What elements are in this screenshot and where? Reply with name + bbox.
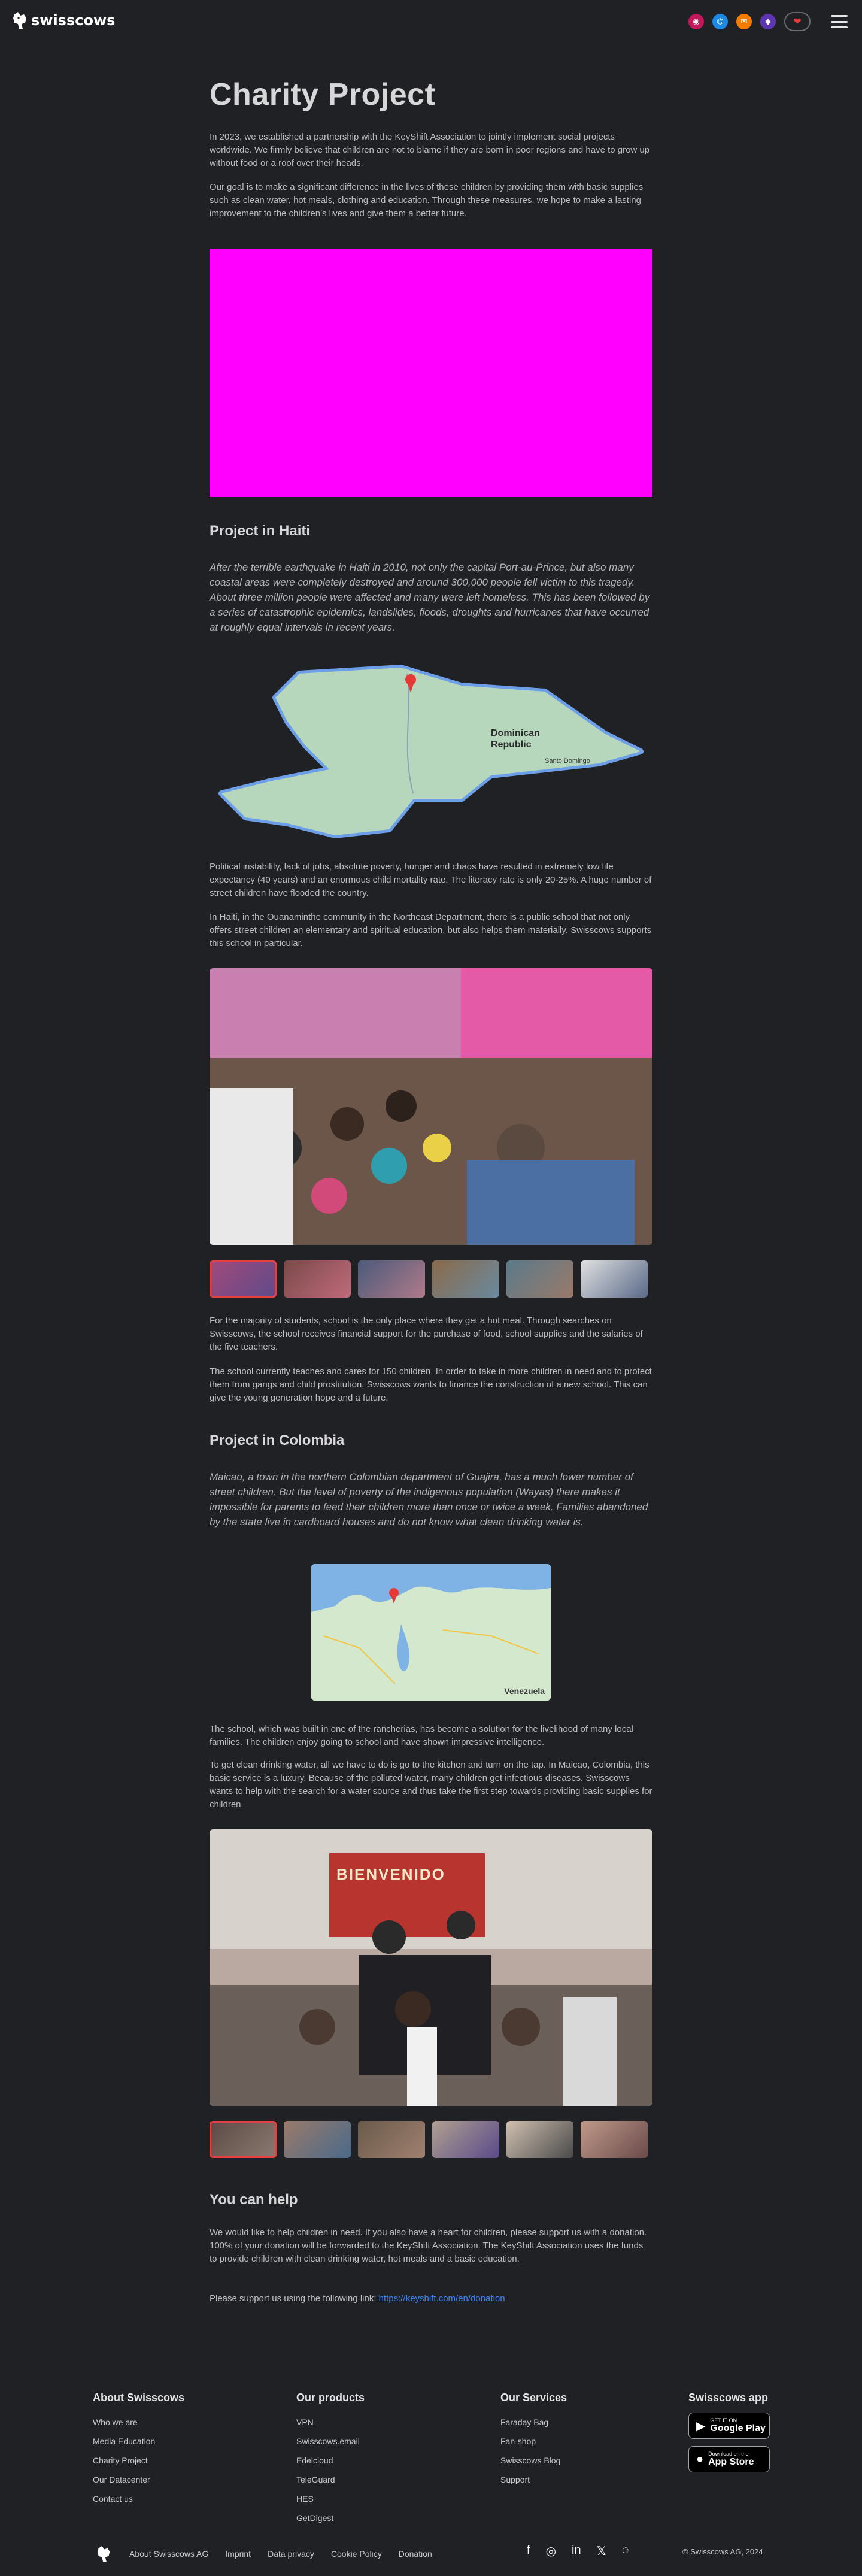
google-play-button[interactable]: ▶ GET IT ON Google Play <box>688 2413 770 2439</box>
bottom-link-about[interactable]: About Swisscows AG <box>129 2549 208 2559</box>
colombia-photo-banner: BIENVENIDO <box>336 1865 445 1883</box>
copyright: © Swisscows AG, 2024 <box>682 2547 763 2556</box>
haiti-thumbnails <box>210 1260 652 1298</box>
haiti-paragraph-4: The school currently teaches and cares f… <box>210 1366 652 1403</box>
haiti-paragraph-2: In Haiti, in the Ouanaminthe community i… <box>210 912 652 948</box>
mail-icon[interactable]: ✉ <box>736 14 752 29</box>
cow-logo-small-icon <box>97 2545 110 2562</box>
footer-link-email[interactable]: Swisscows.email <box>296 2432 365 2451</box>
haiti-thumbnail-6[interactable] <box>581 1260 648 1298</box>
haiti-lead: After the terrible earthquake in Haiti i… <box>210 562 650 633</box>
colombia-lead: Maicao, a town in the northern Colombian… <box>210 1471 648 1528</box>
footer-link-getdigest[interactable]: GetDigest <box>296 2508 365 2527</box>
bottom-link-donation[interactable]: Donation <box>399 2549 432 2559</box>
help-link-line: Please support us using the following li… <box>210 2292 652 2305</box>
instagram-icon[interactable]: ◎ <box>546 2544 556 2559</box>
footer-services: Our Services Faraday Bag Fan-shop Swissc… <box>500 2392 567 2489</box>
donate-heart-button[interactable]: ❤ <box>784 12 811 31</box>
footer-services-title: Our Services <box>500 2392 567 2404</box>
haiti-heading: Project in Haiti <box>210 523 311 539</box>
haiti-map: Dominican Republic Santo Domingo <box>210 650 652 841</box>
footer-link-contact[interactable]: Contact us <box>93 2489 184 2508</box>
facebook-icon[interactable]: f <box>527 2544 530 2559</box>
intro-paragraph-2: Our goal is to make a significant differ… <box>210 182 644 219</box>
footer-app: Swisscows app ▶ GET IT ON Google Play ● … <box>688 2392 770 2480</box>
footer-bottom: About Swisscows AG Imprint Data privacy … <box>0 2539 862 2563</box>
donation-link[interactable]: https://keyshift.com/en/donation <box>379 2293 505 2304</box>
bottom-link-imprint[interactable]: Imprint <box>225 2549 251 2559</box>
footer-about: About Swisscows Who we are Media Educati… <box>93 2392 184 2508</box>
logo-text: swisscows <box>31 12 116 29</box>
google-play-small: GET IT ON <box>710 2417 737 2423</box>
app-store-button[interactable]: ● Download on the App Store <box>688 2446 770 2472</box>
google-play-icon: ▶ <box>696 2419 706 2433</box>
footer-link-hes[interactable]: HES <box>296 2489 365 2508</box>
colombia-thumbnail-2[interactable] <box>284 2121 351 2158</box>
haiti-photo[interactable] <box>210 968 652 1245</box>
footer-link-edelcloud[interactable]: Edelcloud <box>296 2451 365 2470</box>
footer-link-fan-shop[interactable]: Fan-shop <box>500 2432 567 2451</box>
apple-icon: ● <box>696 2452 704 2466</box>
footer-link-blog[interactable]: Swisscows Blog <box>500 2451 567 2470</box>
colombia-thumbnail-1[interactable] <box>210 2121 277 2158</box>
footer-link-datacenter[interactable]: Our Datacenter <box>93 2470 184 2489</box>
header-actions: ◉ ⌬ ✉ ◆ ❤ <box>688 12 848 31</box>
colombia-thumbnail-3[interactable] <box>358 2121 425 2158</box>
bottom-link-cookies[interactable]: Cookie Policy <box>331 2549 382 2559</box>
haiti-map-label: Dominican Republic <box>491 728 540 750</box>
haiti-thumbnail-2[interactable] <box>284 1260 351 1298</box>
haiti-paragraph-1: Political instability, lack of jobs, abs… <box>210 862 652 898</box>
haiti-thumbnail-1[interactable] <box>210 1260 277 1298</box>
colombia-map-label: Venezuela <box>504 1686 545 1696</box>
footer-link-media-education[interactable]: Media Education <box>93 2432 184 2451</box>
footer-app-title: Swisscows app <box>688 2392 769 2404</box>
help-link-prefix: Please support us using the following li… <box>210 2293 379 2304</box>
footer-about-title: About Swisscows <box>93 2392 185 2404</box>
footer-link-vpn[interactable]: VPN <box>296 2413 365 2432</box>
intro-paragraph-1: In 2023, we established a partnership wi… <box>210 132 650 168</box>
vpn-icon[interactable]: ◉ <box>688 14 704 29</box>
haiti-thumbnail-3[interactable] <box>358 1260 425 1298</box>
bottom-link-privacy[interactable]: Data privacy <box>268 2549 314 2559</box>
haiti-thumbnail-4[interactable] <box>432 1260 499 1298</box>
x-icon[interactable]: 𝕏 <box>597 2544 606 2559</box>
haiti-thumbnail-5[interactable] <box>506 1260 573 1298</box>
footer-link-faraday-bag[interactable]: Faraday Bag <box>500 2413 567 2432</box>
haiti-paragraph-3: For the majority of students, school is … <box>210 1316 643 1352</box>
app-store-label: App Store <box>708 2457 754 2467</box>
page-title: Charity Project <box>210 77 436 112</box>
haiti-map-city: Santo Domingo <box>545 757 590 765</box>
linkedin-icon[interactable]: in <box>572 2544 581 2559</box>
cow-logo-icon <box>13 12 26 29</box>
swisscows-logo[interactable]: swisscows <box>12 11 115 30</box>
colombia-thumbnail-5[interactable] <box>506 2121 573 2158</box>
video-placeholder[interactable] <box>210 249 652 497</box>
help-heading: You can help <box>210 2192 298 2208</box>
colombia-photo[interactable]: BIENVENIDO <box>210 1829 652 2106</box>
google-play-label: Google Play <box>710 2423 766 2433</box>
app-store-small: Download on the <box>708 2451 749 2457</box>
colombia-paragraph-1: The school, which was built in one of th… <box>210 1724 633 1747</box>
colombia-paragraph-2: To get clean drinking water, all we have… <box>210 1760 652 1810</box>
menu-icon[interactable] <box>831 15 848 28</box>
colombia-thumbnail-6[interactable] <box>581 2121 648 2158</box>
colombia-thumbnails <box>210 2121 652 2158</box>
footer-link-support[interactable]: Support <box>500 2470 567 2489</box>
help-paragraph: We would like to help children in need. … <box>210 2228 647 2264</box>
hes-icon[interactable]: ◆ <box>760 14 776 29</box>
teleguard-icon[interactable]: ⌬ <box>712 14 728 29</box>
colombia-thumbnail-4[interactable] <box>432 2121 499 2158</box>
footer-link-charity-project[interactable]: Charity Project <box>93 2451 184 2470</box>
footer-link-teleguard[interactable]: TeleGuard <box>296 2470 365 2489</box>
footer-bottom-links: About Swisscows AG Imprint Data privacy … <box>96 2545 432 2563</box>
colombia-map: Venezuela <box>311 1564 551 1701</box>
teleguard-icon[interactable]: ◌ <box>622 2544 629 2559</box>
footer-products-title: Our products <box>296 2392 365 2404</box>
footer-products: Our products VPN Swisscows.email Edelclo… <box>296 2392 365 2527</box>
social-links: f ◎ in 𝕏 ◌ <box>527 2544 629 2559</box>
colombia-heading: Project in Colombia <box>210 1432 345 1448</box>
footer-link-who-we-are[interactable]: Who we are <box>93 2413 184 2432</box>
header: swisscows ◉ ⌬ ✉ ◆ ❤ <box>0 0 862 43</box>
